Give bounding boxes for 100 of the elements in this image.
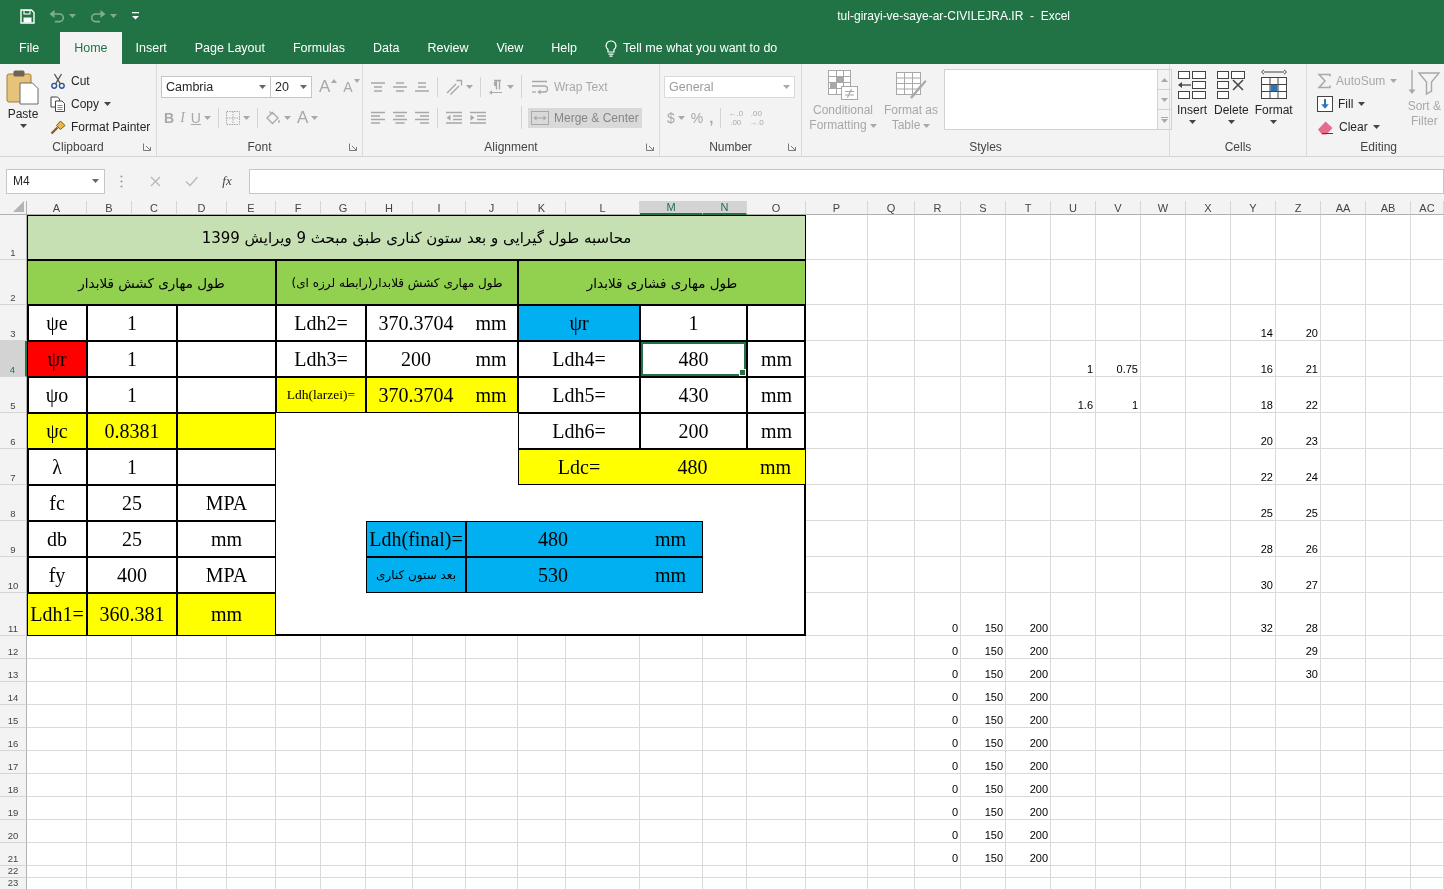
spreadsheet-cell[interactable]: محاسبه طول گیرایی و بعد ستون کناری طبق مبحث 9 ویرایش 1399 [27, 215, 806, 260]
more-styles-button[interactable] [1158, 109, 1172, 130]
spreadsheet-cell[interactable]: 1 [640, 305, 747, 341]
spreadsheet-cell[interactable]: 150 [961, 774, 1006, 797]
column-header[interactable]: A [27, 201, 87, 215]
spreadsheet-cell[interactable]: Ldh(final)= [366, 521, 466, 557]
spreadsheet-cell[interactable]: 0.8381 [87, 413, 177, 449]
spreadsheet-cell[interactable]: mm [747, 377, 806, 413]
spreadsheet-cell[interactable] [747, 305, 806, 341]
spreadsheet-cell[interactable]: 16 [1231, 341, 1276, 377]
spreadsheet-cell[interactable]: 150 [961, 659, 1006, 682]
ribbon-tab[interactable]: Home [60, 32, 122, 64]
row-header[interactable]: 9 [0, 521, 27, 557]
row-header[interactable]: 22 [0, 866, 27, 878]
name-box[interactable]: M4 [6, 168, 105, 194]
spreadsheet-cell[interactable]: 1 [87, 377, 177, 413]
spreadsheet-cell[interactable]: 360.381 [87, 593, 177, 636]
spreadsheet-cell[interactable]: 150 [961, 705, 1006, 728]
column-header[interactable]: D [177, 201, 227, 215]
ribbon-tab[interactable]: Data [359, 32, 414, 64]
spreadsheet-cell[interactable]: MPA [177, 485, 276, 521]
ribbon-tab[interactable]: Help [537, 32, 592, 64]
row-header[interactable]: 15 [0, 705, 27, 728]
spreadsheet-cell[interactable]: 20 [1276, 305, 1321, 341]
spreadsheet-cell[interactable]: Ldh(larzei)= [276, 377, 366, 413]
column-header[interactable]: AA [1321, 201, 1366, 215]
spreadsheet-cell[interactable]: 0 [915, 843, 961, 866]
spreadsheet-cell[interactable]: 480 [640, 341, 747, 377]
spreadsheet-cell[interactable]: 150 [961, 820, 1006, 843]
format-button[interactable]: Format [1252, 69, 1295, 124]
column-header[interactable]: U [1051, 201, 1096, 215]
spreadsheet-cell[interactable]: λ [27, 449, 87, 485]
spreadsheet-cell[interactable]: 150 [961, 636, 1006, 659]
ribbon-tab[interactable]: Review [413, 32, 483, 64]
dialog-launcher-icon[interactable] [788, 142, 796, 151]
column-header[interactable]: Q [868, 201, 915, 215]
spreadsheet-cell[interactable]: 150 [961, 751, 1006, 774]
spreadsheet-cell[interactable]: 0 [915, 682, 961, 705]
column-header[interactable]: L [566, 201, 640, 215]
spreadsheet-cell[interactable]: 27 [1276, 557, 1321, 593]
cut-button[interactable]: Cut [47, 71, 154, 91]
spreadsheet-cell[interactable]: 0 [915, 797, 961, 820]
spreadsheet-cell[interactable]: db [27, 521, 87, 557]
column-header[interactable]: F [276, 201, 321, 215]
spreadsheet-cell[interactable]: 28 [1231, 521, 1276, 557]
spreadsheet-cell[interactable]: ψo [27, 377, 87, 413]
fill-handle[interactable] [739, 369, 746, 376]
spreadsheet-cell[interactable]: Ldh3= [276, 341, 366, 377]
spreadsheet-cell[interactable]: mm [465, 377, 518, 413]
spreadsheet-cell[interactable]: 30 [1231, 557, 1276, 593]
spreadsheet-cell[interactable]: 200 [1006, 636, 1051, 659]
ribbon-tab[interactable]: Formulas [278, 32, 360, 64]
spreadsheet-cell[interactable]: 0 [915, 659, 961, 682]
column-header[interactable]: Z [1276, 201, 1321, 215]
insert-button[interactable]: Insert [1174, 69, 1210, 124]
spreadsheet-cell[interactable]: ψe [27, 305, 87, 341]
spreadsheet-cell[interactable]: 150 [961, 593, 1006, 636]
spreadsheet-cell[interactable]: mm [177, 593, 276, 636]
spreadsheet-cell[interactable]: 0 [915, 593, 961, 636]
spreadsheet-cell[interactable]: 200 [1006, 682, 1051, 705]
spreadsheet-cell[interactable]: Ldc= [518, 449, 640, 485]
row-header[interactable]: 17 [0, 751, 27, 774]
copy-button[interactable]: Copy [47, 94, 154, 114]
spreadsheet-cell[interactable]: 23 [1276, 413, 1321, 449]
column-header[interactable]: C [132, 201, 177, 215]
row-header[interactable]: 2 [0, 260, 27, 305]
spreadsheet-cell[interactable]: 430 [640, 377, 747, 413]
spreadsheet-cell[interactable]: 200 [1006, 728, 1051, 751]
spreadsheet-cell[interactable]: 0 [915, 728, 961, 751]
row-header[interactable]: 23 [0, 878, 27, 890]
insert-function-button[interactable]: fx [209, 169, 245, 193]
column-header[interactable]: P [806, 201, 868, 215]
column-header[interactable]: V [1096, 201, 1141, 215]
spreadsheet-cell[interactable]: 150 [961, 682, 1006, 705]
fill-button[interactable]: Fill [1314, 94, 1401, 114]
spreadsheet-cell[interactable]: 24 [1276, 449, 1321, 485]
spreadsheet-cell[interactable]: 0 [915, 705, 961, 728]
spreadsheet-cell[interactable]: 25 [87, 485, 177, 521]
spreadsheet-cell[interactable] [177, 341, 276, 377]
column-header[interactable]: R [915, 201, 961, 215]
spreadsheet-cell[interactable]: 0 [915, 820, 961, 843]
spreadsheet-cell[interactable] [177, 305, 276, 341]
row-header[interactable]: 1 [0, 215, 27, 260]
row-header[interactable]: 5 [0, 377, 27, 413]
spreadsheet-cell[interactable]: 400 [87, 557, 177, 593]
ribbon-tab[interactable]: View [482, 32, 538, 64]
font-size-field[interactable]: 20 [270, 75, 312, 98]
spreadsheet-cell[interactable]: 18 [1231, 377, 1276, 413]
spreadsheet-cell[interactable]: mm [746, 449, 806, 485]
spreadsheet-cell[interactable]: 0.75 [1096, 341, 1141, 377]
spreadsheet-cell[interactable]: 20 [1231, 413, 1276, 449]
row-header[interactable]: 8 [0, 485, 27, 521]
spreadsheet-cell[interactable]: 200 [1006, 797, 1051, 820]
spreadsheet-cell[interactable]: 150 [961, 797, 1006, 820]
select-all-button[interactable] [0, 201, 27, 215]
spreadsheet-cell[interactable]: Ldh2= [276, 305, 366, 341]
column-header[interactable]: K [518, 201, 566, 215]
row-header[interactable]: 3 [0, 305, 27, 341]
spreadsheet-cell[interactable]: 480 [466, 521, 640, 557]
spreadsheet-cell[interactable]: 200 [1006, 659, 1051, 682]
